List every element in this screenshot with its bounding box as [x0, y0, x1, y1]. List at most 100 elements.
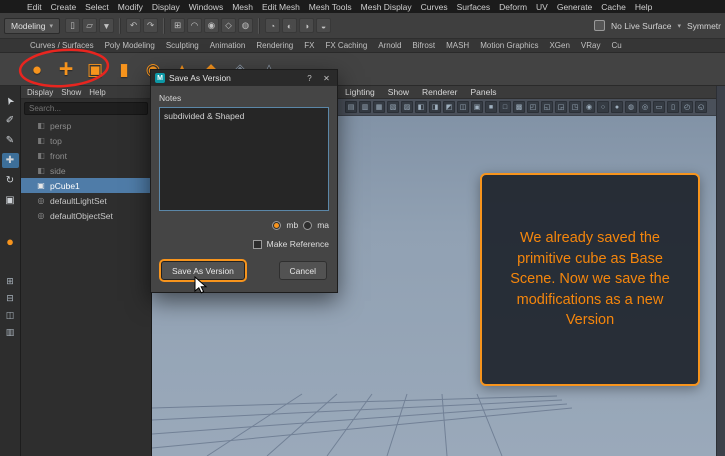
snap-grid-icon[interactable]: ⊞ — [170, 18, 186, 33]
poly-cube-icon[interactable]: ▣ — [84, 57, 106, 81]
menu-item[interactable]: Cache — [601, 2, 626, 12]
menu-item[interactable]: Surfaces — [457, 2, 491, 12]
live-surface-dropdown[interactable]: No Live Surface — [611, 21, 671, 31]
scale-tool-icon[interactable]: ▣ — [2, 193, 19, 208]
close-button[interactable]: ✕ — [320, 72, 333, 84]
viewport-toolbar-icon[interactable]: ◲ — [555, 101, 567, 113]
viewport-toolbar-icon[interactable]: ◰ — [527, 101, 539, 113]
save-scene-icon[interactable]: ▼ — [99, 18, 115, 33]
viewport-toolbar-icon[interactable]: ◉ — [583, 101, 595, 113]
viewport-toolbar-icon[interactable]: ▨ — [401, 101, 413, 113]
viewport-toolbar-icon[interactable]: ◩ — [443, 101, 455, 113]
paint-select-tool-icon[interactable]: ✎ — [2, 133, 19, 148]
viewport-toolbar-icon[interactable]: ◎ — [639, 101, 651, 113]
viewport-toolbar-icon[interactable]: ○ — [597, 101, 609, 113]
viewport-toolbar-icon[interactable]: ▥ — [359, 101, 371, 113]
outliner-row[interactable]: ◎ defaultObjectSet — [21, 208, 151, 223]
shelf-tab[interactable]: Cu — [611, 41, 621, 50]
viewport-toolbar-icon[interactable]: ▣ — [471, 101, 483, 113]
menu-item[interactable]: Create — [51, 2, 77, 12]
layout-four-pane-icon[interactable]: ⊟ — [2, 292, 19, 304]
select-tool-icon[interactable]: ➤ — [0, 89, 21, 111]
shelf-tab[interactable]: Animation — [210, 41, 246, 50]
cancel-button[interactable]: Cancel — [278, 261, 327, 280]
viewport-toolbar-icon[interactable]: ▭ — [653, 101, 665, 113]
new-scene-icon[interactable]: ▯ — [65, 18, 81, 33]
open-scene-icon[interactable]: ▱ — [82, 18, 98, 33]
shelf-tab[interactable]: Rendering — [256, 41, 293, 50]
menu-item[interactable]: Mesh Tools — [309, 2, 352, 12]
separator[interactable] — [258, 17, 261, 34]
lasso-tool-icon[interactable]: ✐ — [2, 113, 19, 128]
shelf-tab[interactable]: Poly Modeling — [105, 41, 155, 50]
viewport-toolbar-icon[interactable]: ▩ — [513, 101, 525, 113]
menu-item[interactable]: Display — [152, 2, 180, 12]
poly-cylinder-icon[interactable]: ▮ — [113, 57, 135, 81]
menu-item[interactable]: Mesh Display — [361, 2, 412, 12]
panel-menu-item[interactable]: Panels — [470, 87, 496, 97]
viewport-toolbar-icon[interactable]: ◧ — [415, 101, 427, 113]
menu-item[interactable]: Deform — [499, 2, 527, 12]
last-tool-icon[interactable]: ● — [2, 234, 19, 249]
outliner-row[interactable]: ◧ front — [21, 148, 151, 163]
menu-item[interactable]: Windows — [189, 2, 223, 12]
undo-icon[interactable]: ↶ — [126, 18, 142, 33]
render-settings-icon[interactable]: ◒ — [316, 18, 332, 33]
shelf-tab[interactable]: FX Caching — [325, 41, 367, 50]
separator[interactable] — [2, 254, 19, 270]
shelf-tab[interactable]: XGen — [549, 41, 569, 50]
shelf-tab[interactable]: FX — [304, 41, 314, 50]
separator[interactable] — [163, 17, 166, 34]
separator[interactable] — [119, 17, 122, 34]
menu-item[interactable]: Help — [635, 2, 652, 12]
viewport-toolbar-icon[interactable]: ◵ — [695, 101, 707, 113]
mb-radio[interactable] — [272, 220, 282, 230]
menu-set-dropdown[interactable]: Modeling ▾ — [4, 17, 61, 34]
menu-item[interactable]: Edit — [27, 2, 42, 12]
add-icon[interactable]: + — [55, 56, 77, 81]
redo-icon[interactable]: ↷ — [143, 18, 159, 33]
render-icon[interactable]: ◐ — [282, 18, 298, 33]
outliner-row[interactable]: ▣ pCube1 — [21, 178, 151, 193]
menu-item[interactable]: Curves — [421, 2, 448, 12]
notes-input[interactable]: subdivided & Shaped — [159, 107, 329, 211]
panel-menu-item[interactable]: Lighting — [345, 87, 375, 97]
layout-split-pane-icon[interactable]: ◫ — [2, 309, 19, 321]
menu-item[interactable]: Modify — [118, 2, 143, 12]
menu-item[interactable]: Mesh — [232, 2, 253, 12]
menu-item[interactable]: Edit Mesh — [262, 2, 300, 12]
snap-view-plane-icon[interactable]: ◇ — [221, 18, 237, 33]
menu-item[interactable]: Generate — [557, 2, 592, 12]
viewport-toolbar-icon[interactable]: ● — [611, 101, 623, 113]
ipr-render-icon[interactable]: ◑ — [299, 18, 315, 33]
snap-curve-icon[interactable]: ◠ — [187, 18, 203, 33]
outliner-row[interactable]: ◧ persp — [21, 118, 151, 133]
layout-single-pane-icon[interactable]: ⊞ — [2, 275, 19, 287]
viewport-toolbar-icon[interactable]: □ — [499, 101, 511, 113]
outliner-menu-item[interactable]: Display — [27, 88, 53, 97]
right-panel-strip[interactable] — [716, 86, 725, 456]
outliner-row[interactable]: ◎ defaultLightSet — [21, 193, 151, 208]
make-live-icon[interactable]: ◍ — [238, 18, 254, 33]
shelf-tab[interactable]: Bifrost — [412, 41, 435, 50]
viewport-toolbar-icon[interactable]: ◴ — [681, 101, 693, 113]
shelf-tab[interactable]: Sculpting — [166, 41, 199, 50]
shelf-tab[interactable]: Curves / Surfaces — [30, 41, 94, 50]
shelf-tab[interactable]: Arnold — [378, 41, 401, 50]
viewport-toolbar-icon[interactable]: ◍ — [625, 101, 637, 113]
save-as-version-button[interactable]: Save As Version — [161, 261, 245, 280]
viewport-toolbar-icon[interactable]: ◨ — [429, 101, 441, 113]
snap-point-icon[interactable]: ◉ — [204, 18, 220, 33]
layout-outliner-icon[interactable]: ▥ — [2, 326, 19, 338]
panel-menu-item[interactable]: Show — [388, 87, 409, 97]
outliner-menu-item[interactable]: Help — [89, 88, 105, 97]
viewport-toolbar-icon[interactable]: ▤ — [345, 101, 357, 113]
make-reference-checkbox[interactable] — [252, 239, 262, 249]
panel-menu-item[interactable]: Renderer — [422, 87, 457, 97]
move-tool-icon[interactable]: ✚ — [1, 153, 19, 168]
viewport-toolbar-icon[interactable]: ▯ — [667, 101, 679, 113]
search-input[interactable] — [25, 104, 147, 113]
outliner-menu-item[interactable]: Show — [61, 88, 81, 97]
menu-item[interactable]: Select — [85, 2, 109, 12]
viewport-toolbar-icon[interactable]: ◱ — [541, 101, 553, 113]
